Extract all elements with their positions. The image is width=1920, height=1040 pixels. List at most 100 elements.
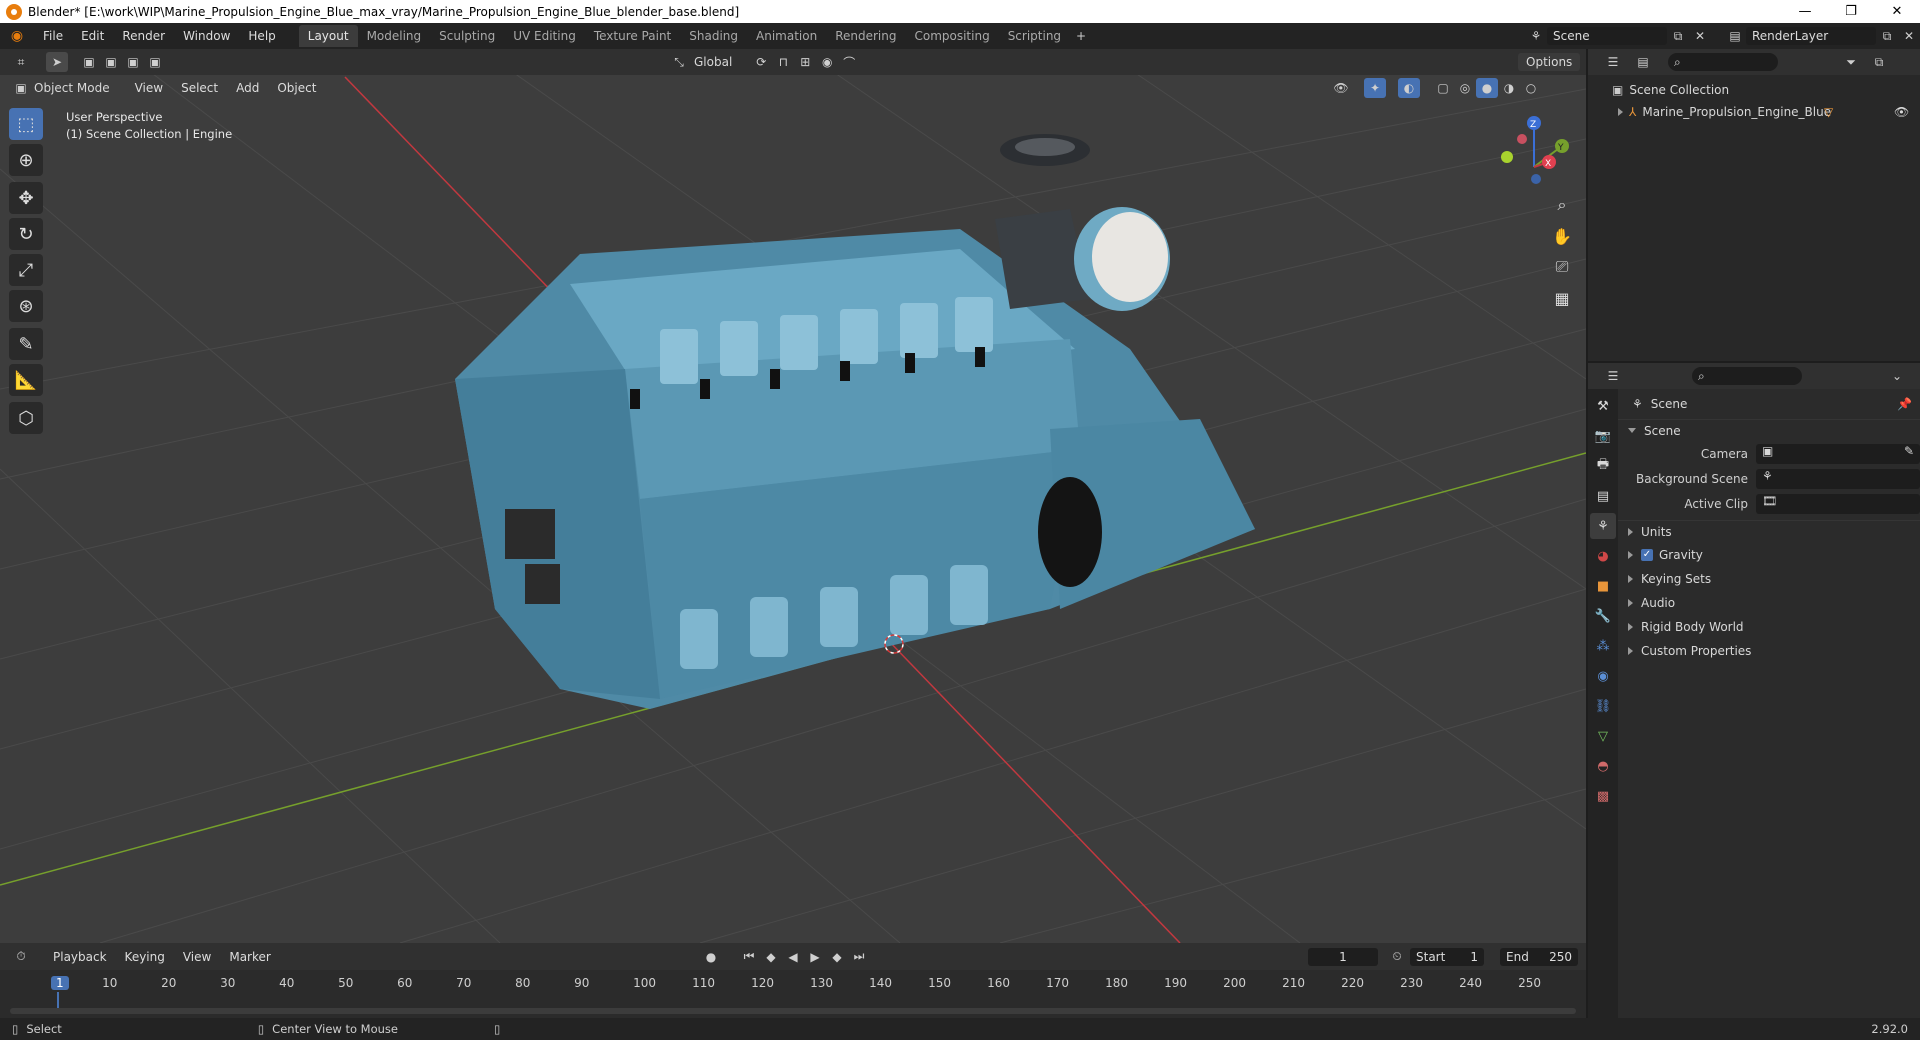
view-layer-icon[interactable]: ▤	[1724, 26, 1746, 46]
timeline-scrollbar[interactable]	[10, 1008, 1576, 1014]
new-scene-icon[interactable]: ⧉	[1667, 26, 1689, 46]
tool-tab-icon[interactable]: ⚒	[1590, 393, 1616, 419]
filter-icon[interactable]: ⏷	[1840, 52, 1862, 72]
cursor-tool-icon[interactable]: ⊕	[9, 144, 43, 176]
gizmo-toggle-icon[interactable]: ✦	[1364, 78, 1386, 98]
transform-tool-icon[interactable]: ⊛	[9, 290, 43, 322]
timeline-menu-view[interactable]: View	[174, 944, 220, 970]
start-frame-field[interactable]: Start 1	[1410, 947, 1484, 966]
background-scene-field[interactable]: ⚘	[1756, 469, 1920, 489]
add-cube-tool-icon[interactable]: ⬡	[9, 402, 43, 434]
proportional-falloff-icon[interactable]: ⌒	[838, 52, 860, 72]
orientation-icon[interactable]: ⤡	[668, 52, 690, 72]
outliner-row-scene-collection[interactable]: ▣ Scene Collection	[1588, 79, 1920, 101]
playhead-line[interactable]	[57, 992, 59, 1008]
world-tab-icon[interactable]: ◕	[1590, 543, 1616, 569]
data-tab-icon[interactable]: ▽	[1590, 723, 1616, 749]
delete-view-layer-icon[interactable]: ✕	[1898, 26, 1920, 46]
jump-end-icon[interactable]: ⏭	[848, 947, 870, 967]
tab-compositing[interactable]: Compositing	[905, 25, 998, 47]
orientation-dropdown[interactable]: Global	[690, 55, 750, 69]
timeline[interactable]: 1 10 20 30 40 50 60 70 80 90 100 110 120 130 140 150 160…	[0, 970, 1586, 1018]
menu-window[interactable]: Window	[174, 23, 239, 49]
zoom-icon[interactable]: ⌕	[1549, 192, 1575, 218]
new-collection-icon[interactable]: ⧉	[1868, 52, 1890, 72]
display-mode-icon[interactable]: ▤	[1632, 52, 1654, 72]
menu-help[interactable]: Help	[239, 23, 284, 49]
menu-render[interactable]: Render	[113, 23, 174, 49]
rendered-shading-icon[interactable]: ○	[1520, 78, 1542, 98]
menu-file[interactable]: File	[34, 23, 72, 49]
rotate-tool-icon[interactable]: ↻	[9, 218, 43, 250]
texture-tab-icon[interactable]: ▩	[1590, 783, 1616, 809]
timeline-menu-playback[interactable]: Playback	[44, 944, 116, 970]
expand-icon[interactable]	[1618, 108, 1623, 116]
xray-icon[interactable]: ▢	[1432, 78, 1454, 98]
jump-start-icon[interactable]: ⏮	[738, 947, 760, 967]
annotate-tool-icon[interactable]: ✎	[9, 328, 43, 360]
minimize-icon[interactable]: —	[1782, 0, 1828, 23]
viewport-menu-object[interactable]: Object	[268, 75, 325, 101]
navigation-gizmo[interactable]: Z Y X	[1501, 116, 1569, 184]
eye-icon[interactable]: 👁	[1894, 105, 1909, 119]
measure-tool-icon[interactable]: 📐	[9, 364, 43, 396]
tab-uv-editing[interactable]: UV Editing	[504, 25, 585, 47]
tab-modeling[interactable]: Modeling	[358, 25, 431, 47]
overlay-toggle-icon[interactable]: ◐	[1398, 78, 1420, 98]
record-icon[interactable]: ●	[700, 947, 722, 967]
new-view-layer-icon[interactable]: ⧉	[1876, 26, 1898, 46]
add-workspace-icon[interactable]: +	[1070, 26, 1092, 46]
scale-tool-icon[interactable]: ⤢	[9, 254, 43, 286]
render-tab-icon[interactable]: 📷	[1590, 423, 1616, 449]
engine-model[interactable]	[455, 134, 1255, 709]
physics-tab-icon[interactable]: ◉	[1590, 663, 1616, 689]
play-icon[interactable]: ▶	[804, 947, 826, 967]
tab-scripting[interactable]: Scripting	[999, 25, 1070, 47]
timeline-menu-keying[interactable]: Keying	[116, 944, 174, 970]
view-layer-tab-icon[interactable]: ▤	[1590, 483, 1616, 509]
preview-range-icon[interactable]: ⏲	[1386, 947, 1408, 967]
wireframe-shading-icon[interactable]: ◎	[1454, 78, 1476, 98]
outliner-row-engine[interactable]: ⅄ Marine_Propulsion_Engine_Blue ▽ 👁	[1588, 101, 1920, 123]
snap-target-icon[interactable]: ⊞	[794, 52, 816, 72]
options-dropdown[interactable]: Options	[1518, 53, 1581, 71]
material-tab-icon[interactable]: ◓	[1590, 753, 1616, 779]
selection-mode-intersect-icon[interactable]: ▣	[144, 52, 166, 72]
scene-tab-icon[interactable]: ⚘	[1590, 513, 1616, 539]
close-icon[interactable]: ✕	[1874, 0, 1920, 23]
constraints-tab-icon[interactable]: ⛓	[1590, 693, 1616, 719]
eyedropper-icon[interactable]: ✎	[1904, 444, 1914, 458]
current-frame-field[interactable]: 1	[1308, 947, 1378, 966]
modifier-tab-icon[interactable]: 🔧	[1590, 603, 1616, 629]
selection-mode-extend-icon[interactable]: ▣	[100, 52, 122, 72]
camera-view-icon[interactable]: ⎚	[1549, 254, 1575, 280]
properties-options-icon[interactable]: ⌄	[1886, 366, 1908, 386]
scene-selector[interactable]: Scene	[1547, 27, 1667, 45]
selection-mode-subtract-icon[interactable]: ▣	[122, 52, 144, 72]
selection-mode-new-icon[interactable]: ▣	[78, 52, 100, 72]
object-tab-icon[interactable]: ■	[1590, 573, 1616, 599]
viewport-menu-select[interactable]: Select	[172, 75, 227, 101]
section-audio[interactable]: Audio	[1618, 592, 1920, 614]
snap-icon[interactable]: ⊓	[772, 52, 794, 72]
viewport-menu-view[interactable]: View	[126, 75, 172, 101]
viewport-menu-add[interactable]: Add	[227, 75, 268, 101]
delete-scene-icon[interactable]: ✕	[1689, 26, 1711, 46]
blender-menu-icon[interactable]: ◉	[0, 28, 34, 44]
output-tab-icon[interactable]: 🖶	[1590, 453, 1616, 479]
object-mode-icon[interactable]: ▣	[10, 78, 32, 98]
pin-icon[interactable]: 📌	[1897, 397, 1912, 411]
timeline-menu-marker[interactable]: Marker	[220, 944, 279, 970]
mode-dropdown[interactable]: Object Mode	[32, 81, 126, 95]
tab-texture-paint[interactable]: Texture Paint	[585, 25, 680, 47]
gravity-checkbox[interactable]: ✓	[1641, 549, 1653, 561]
pan-hand-icon[interactable]: ✋	[1549, 223, 1575, 249]
particles-tab-icon[interactable]: ⁂	[1590, 633, 1616, 659]
outliner-search-input[interactable]: ⌕	[1668, 53, 1778, 71]
pivot-icon[interactable]: ⟳	[750, 52, 772, 72]
view-layer-selector[interactable]: RenderLayer	[1746, 27, 1876, 45]
menu-edit[interactable]: Edit	[72, 23, 113, 49]
proportional-edit-icon[interactable]: ◉	[816, 52, 838, 72]
section-rigid-body-world[interactable]: Rigid Body World	[1618, 616, 1920, 638]
editor-type-icon[interactable]: ⌗	[10, 52, 32, 72]
